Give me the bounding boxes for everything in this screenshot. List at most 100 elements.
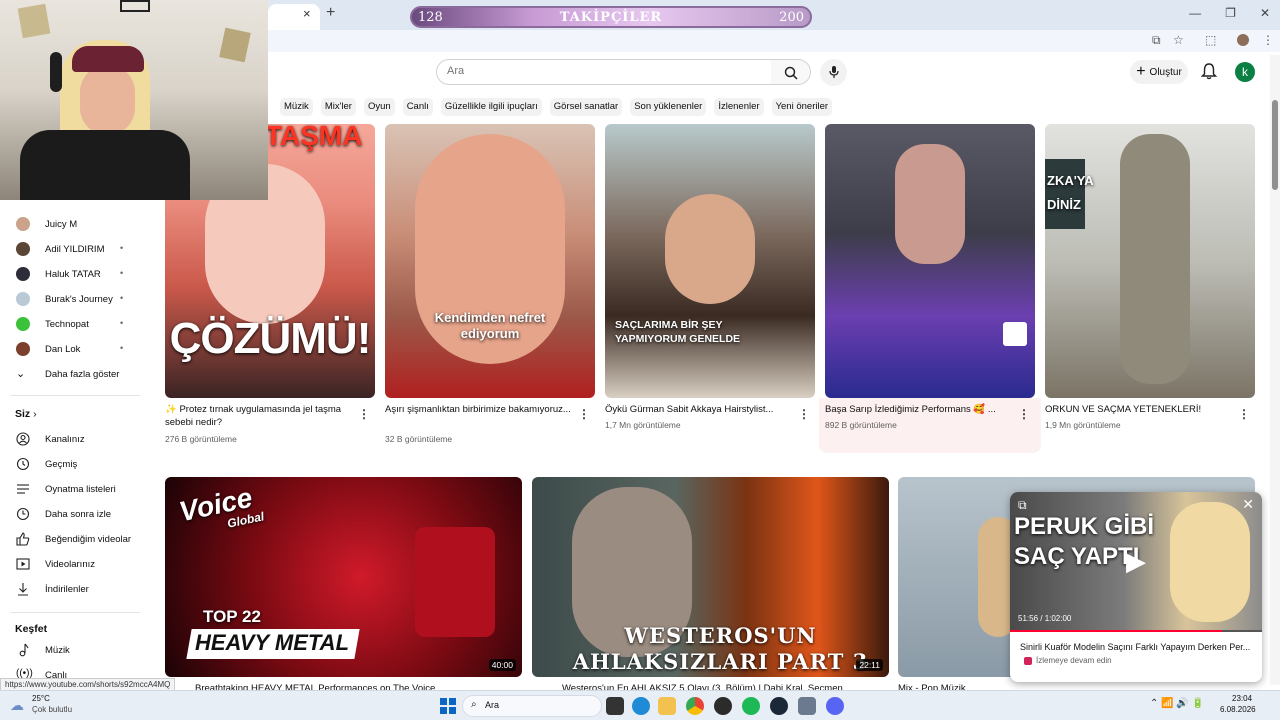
you-section-heading[interactable]: Siz › <box>15 408 37 420</box>
search-button[interactable] <box>771 59 811 85</box>
search-box[interactable] <box>436 59 772 85</box>
app-icon[interactable] <box>714 697 732 715</box>
sidebar-item-liked-videos[interactable]: Beğendiğim videolar <box>0 530 150 550</box>
minimize-icon[interactable]: — <box>1189 6 1201 20</box>
video-thumbnail[interactable]: WESTEROS'UN AHLAKSIZLARI PART 3 22:11 <box>532 477 889 677</box>
bookmark-star-icon[interactable]: ☆ <box>1173 33 1184 47</box>
sidebar-channel[interactable]: Adil YILDIRIM • <box>0 240 150 260</box>
install-app-icon[interactable]: ⧉ <box>1152 33 1161 48</box>
video-views: 1,7 Mn görüntüleme <box>605 420 681 430</box>
spotify-icon[interactable] <box>742 697 760 715</box>
video-menu-icon[interactable]: ⋮ <box>578 407 590 421</box>
chip-live[interactable]: Canlı <box>402 98 433 116</box>
sidebar-channel[interactable]: Dan Lok • <box>0 340 150 360</box>
notifications-bell-icon[interactable] <box>1201 63 1217 80</box>
chip-watched[interactable]: İzlenenler <box>714 98 764 116</box>
video-title[interactable]: Aşırı şişmanlıktan birbirimize bakamıyor… <box>385 404 575 417</box>
video-title[interactable]: Mix - Pop Müzik <box>898 683 998 690</box>
video-menu-icon[interactable]: ⋮ <box>798 407 810 421</box>
play-icon[interactable]: ▶ <box>1126 546 1146 577</box>
new-content-dot: • <box>120 268 124 278</box>
sidebar-channel[interactable]: Juicy M <box>0 215 150 235</box>
chrome-icon[interactable] <box>686 697 704 715</box>
video-menu-icon[interactable]: ⋮ <box>1238 407 1250 421</box>
edge-icon[interactable] <box>632 697 650 715</box>
chip-recently-uploaded[interactable]: Son yüklenenler <box>630 98 707 116</box>
clock-time[interactable]: 23:04 <box>1232 694 1252 703</box>
video-title[interactable]: Başa Sarıp İzlediğimiz Performans 🥰 ... <box>825 404 1015 417</box>
profile-avatar-icon[interactable] <box>1237 34 1249 46</box>
weather-temperature[interactable]: 25°C <box>32 694 50 703</box>
video-menu-icon[interactable]: ⋮ <box>1018 407 1030 421</box>
sidebar-channel[interactable]: Technopat • <box>0 315 150 335</box>
sidebar-item-your-videos[interactable]: Videolarınız <box>0 555 150 575</box>
thumbnail-figure <box>1120 134 1190 384</box>
chip-new-to-you[interactable]: Yeni öneriler <box>771 98 833 116</box>
video-thumbnail[interactable]: ZKA'YA DİNİZ <box>1045 124 1255 398</box>
taskbar-search[interactable]: ⌕ Ara <box>462 695 602 717</box>
chip-mixes[interactable]: Mix'ler <box>320 98 356 116</box>
video-thumbnail[interactable] <box>825 124 1035 398</box>
weather-description[interactable]: Çok bulutlu <box>32 705 72 714</box>
channel-avatar <box>16 292 30 306</box>
video-title[interactable]: Breathtaking HEAVY METAL Performances on… <box>195 683 495 690</box>
filter-chips: Müzik Mix'ler Oyun Canlı Güzellikle ilgi… <box>280 98 833 116</box>
watch-later-icon[interactable] <box>1003 322 1027 346</box>
close-window-icon[interactable]: ✕ <box>1260 6 1270 20</box>
video-thumbnail[interactable]: Kendimden nefret ediyorum <box>385 124 595 398</box>
video-title[interactable]: Öykü Gürman Sabit Akkaya Hairstylist... <box>605 404 795 417</box>
video-duration: 40:00 <box>488 659 516 671</box>
sidebar-item-your-channel[interactable]: Kanalınız <box>0 430 150 450</box>
video-title[interactable]: Westeros'un En AHLAKSIZ 5 Olayı (3. Bölü… <box>562 683 862 690</box>
new-tab-button[interactable]: + <box>326 4 335 22</box>
restore-icon[interactable]: ❐ <box>1225 6 1236 20</box>
sidebar-channel[interactable]: Haluk TATAR • <box>0 265 150 285</box>
chip-music[interactable]: Müzik <box>280 98 313 116</box>
tab-close-icon[interactable]: × <box>303 6 311 21</box>
video-menu-icon[interactable]: ⋮ <box>358 407 370 421</box>
chip-visual-arts[interactable]: Görsel sanatlar <box>549 98 623 116</box>
progress-track[interactable] <box>1010 630 1262 632</box>
video-title[interactable]: ✨ Protez tırnak uygulamasında jel taşma … <box>165 404 355 429</box>
task-view-icon[interactable] <box>606 697 624 715</box>
close-icon[interactable]: ✕ <box>1242 496 1254 513</box>
steam-icon[interactable] <box>770 697 788 715</box>
miniplayer-video[interactable]: PERUK GİBİ SAÇ YAPTI ⧉ ✕ ▶ 51:56 / 1:02:… <box>1010 492 1262 632</box>
video-thumbnail[interactable]: SAÇLARIMA BİR ŞEY YAPMIYORUM GENELDE <box>605 124 815 398</box>
weather-cloud-icon[interactable]: ☁ <box>10 697 24 714</box>
file-explorer-icon[interactable] <box>658 697 676 715</box>
sidebar-item-history[interactable]: Geçmiş <box>0 455 150 475</box>
browser-menu-icon[interactable]: ⋮ <box>1262 33 1274 47</box>
chip-beauty-tips[interactable]: Güzellikle ilgili ipuçları <box>440 98 542 116</box>
miniplayer-title[interactable]: Sinirli Kuaför Modelin Saçını Farklı Yap… <box>1020 642 1255 652</box>
followers-max: 200 <box>779 10 804 25</box>
miniplayer[interactable]: PERUK GİBİ SAÇ YAPTI ⧉ ✕ ▶ 51:56 / 1:02:… <box>1010 492 1262 682</box>
windows-start-icon[interactable] <box>440 698 456 714</box>
extensions-icon[interactable]: ⬚ <box>1205 33 1216 47</box>
video-title[interactable]: ORKUN VE SAÇMA YETENEKLERİ! <box>1045 404 1235 417</box>
chevron-down-icon: ⌄ <box>16 368 26 380</box>
create-button[interactable]: + Oluştur <box>1130 60 1188 84</box>
discord-icon[interactable] <box>826 697 844 715</box>
search-input[interactable] <box>447 65 747 77</box>
sidebar-item-watch-later[interactable]: Daha sonra izle <box>0 505 150 525</box>
clock-date[interactable]: 6.08.2026 <box>1220 705 1256 714</box>
chip-gaming[interactable]: Oyun <box>363 98 395 116</box>
scrollbar-thumb[interactable] <box>1272 100 1278 190</box>
sidebar-item-music[interactable]: Müzik <box>0 641 150 661</box>
expand-icon[interactable]: ⧉ <box>1018 498 1027 513</box>
music-note-icon <box>19 643 29 657</box>
account-avatar[interactable]: k <box>1235 62 1255 82</box>
sidebar-item-label: Müzik <box>45 645 70 656</box>
sidebar-item-playlists[interactable]: Oynatma listeleri <box>0 480 150 500</box>
browser-tab-active[interactable] <box>268 4 320 30</box>
sidebar-item-label: Beğendiğim videolar <box>45 534 132 545</box>
voice-search-button[interactable] <box>820 59 847 86</box>
show-more-button[interactable]: ⌄ Daha fazla göster <box>0 365 150 385</box>
system-tray-icons[interactable]: ⌃ 📶 🔊 🔋 <box>1150 698 1204 709</box>
video-thumbnail[interactable]: Voice Global TOP 22 HEAVY METAL 40:00 <box>165 477 522 677</box>
sidebar-channel[interactable]: Burak's Journey • <box>0 290 150 310</box>
wall-decor <box>17 3 51 39</box>
settings-icon[interactable] <box>798 697 816 715</box>
sidebar-item-downloads[interactable]: İndirilenler <box>0 580 150 600</box>
